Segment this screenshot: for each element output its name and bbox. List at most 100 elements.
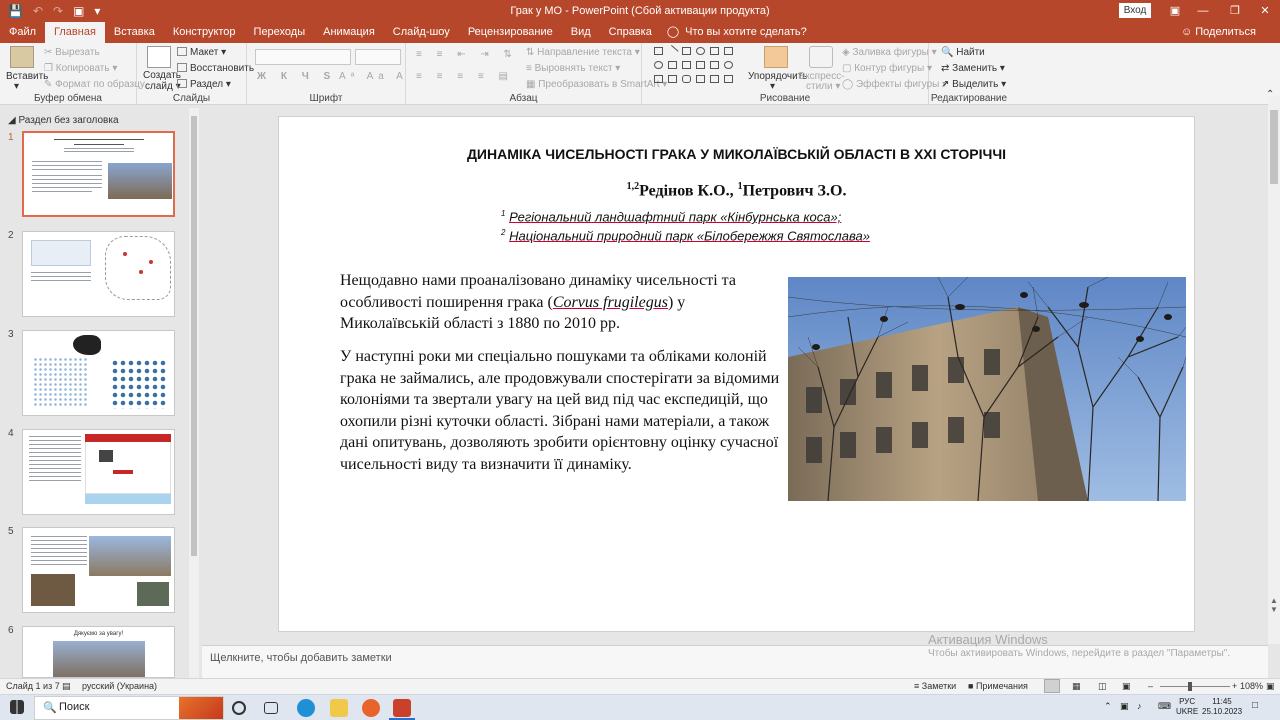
tab-slideshow[interactable]: Слайд-шоу: [384, 22, 459, 43]
firefox-icon[interactable]: [362, 699, 380, 717]
notes-placeholder[interactable]: Щелкните, чтобы добавить заметки: [210, 652, 392, 664]
section-header[interactable]: ◢ Раздел без заголовка: [8, 115, 119, 126]
tab-review[interactable]: Рецензирование: [459, 22, 562, 43]
zoom-in-icon[interactable]: +: [1232, 681, 1237, 691]
normal-view-icon[interactable]: [1044, 679, 1060, 693]
zoom-slider-thumb[interactable]: [1188, 682, 1192, 691]
layout-button[interactable]: Макет ▾: [177, 47, 226, 58]
rookery-photo[interactable]: [788, 277, 1186, 501]
login-button[interactable]: Вход: [1119, 3, 1151, 18]
cut-button[interactable]: ✂ Вырезать: [44, 47, 100, 58]
status-bar: Слайд 1 из 7 ▤ русский (Украина) ≡ Замет…: [0, 678, 1280, 694]
customize-qat-icon[interactable]: ▾: [94, 4, 100, 18]
share-button[interactable]: ☺ Поделиться: [1181, 22, 1256, 42]
slideshow-view-icon[interactable]: ▣: [1122, 681, 1131, 692]
thumb-number: 5: [8, 526, 14, 537]
clock[interactable]: 11:45 25.10.2023: [1202, 697, 1242, 717]
slide-thumbnail-3[interactable]: [22, 330, 175, 416]
paste-button[interactable]: Вставить: [6, 71, 48, 82]
shape-fill-button[interactable]: ◈ Заливка фигуры ▾: [842, 47, 937, 58]
list-buttons[interactable]: ≡ ≡ ⇤ ⇥ ⇅: [416, 49, 518, 60]
clock-time: 11:45: [1212, 697, 1232, 706]
font-name-combo[interactable]: [255, 49, 351, 65]
quick-styles-icon[interactable]: [809, 46, 833, 68]
slide-paragraph-2[interactable]: У наступні роки ми спеціально пошуками т…: [340, 346, 780, 475]
slide-scrollbar[interactable]: ▲ ▼: [1268, 96, 1280, 644]
tab-insert[interactable]: Вставка: [105, 22, 164, 43]
network-icon[interactable]: ▣: [1120, 701, 1129, 711]
task-view-icon[interactable]: [264, 702, 278, 714]
align-text-button[interactable]: ≡ Выровнять текст ▾: [526, 63, 620, 74]
section-button[interactable]: Раздел ▾: [177, 79, 231, 90]
maximize-icon[interactable]: ❐: [1218, 0, 1252, 22]
slide-sorter-icon[interactable]: ▦: [1072, 681, 1081, 692]
shapes-gallery[interactable]: [654, 45, 744, 91]
slide-authors[interactable]: 1,2Редінов К.О., 1Петрович З.О.: [279, 181, 1194, 200]
undo-icon[interactable]: ↶: [33, 4, 43, 18]
text-direction-button[interactable]: ⇅ Направление текста ▾: [526, 47, 640, 58]
replace-button[interactable]: ⇄ Заменить ▾: [941, 63, 1005, 74]
taskbar-search-box[interactable]: 🔍 Поиск: [34, 696, 224, 720]
slide-thumbnail-4[interactable]: [22, 429, 175, 515]
notifications-icon[interactable]: □: [1252, 701, 1258, 711]
slide-paragraph-1[interactable]: Нещодавно нами проаналізовано динаміку ч…: [340, 270, 770, 335]
tab-home[interactable]: Главная: [45, 22, 105, 43]
select-button[interactable]: ↗ Выделить ▾: [941, 79, 1006, 90]
find-button[interactable]: 🔍 Найти: [941, 47, 985, 58]
reading-view-icon[interactable]: ◫: [1098, 681, 1107, 692]
notes-toggle[interactable]: ≡ Заметки: [914, 681, 956, 691]
reset-button[interactable]: Восстановить: [177, 63, 254, 74]
tray-overflow-icon[interactable]: ⌃: [1104, 701, 1112, 711]
format-painter-button[interactable]: ✎ Формат по образцу: [44, 79, 145, 90]
minimize-icon[interactable]: —: [1186, 0, 1220, 22]
new-slide-button[interactable]: Создать: [143, 70, 181, 81]
edge-icon[interactable]: [297, 699, 315, 717]
tab-design[interactable]: Конструктор: [164, 22, 245, 43]
tab-file[interactable]: Файл: [0, 22, 45, 43]
file-explorer-icon[interactable]: [330, 699, 348, 717]
slide-thumbnail-1[interactable]: [22, 131, 175, 217]
align-buttons[interactable]: ≡ ≡ ≡ ≡ ▤: [416, 71, 514, 82]
paste-icon[interactable]: [10, 46, 34, 68]
language-indicator[interactable]: русский (Украина): [82, 681, 157, 691]
tab-animations[interactable]: Анимация: [314, 22, 384, 43]
tab-help[interactable]: Справка: [600, 22, 661, 43]
font-group: Ж К Ч S Aᵃ Aa A Шрифт: [247, 43, 406, 105]
affiliation-2[interactable]: 2 Національний природний парк «Білобереж…: [501, 228, 870, 243]
language-switch[interactable]: РУС UKRE: [1176, 697, 1198, 717]
slide-title[interactable]: ДИНАМІКА ЧИСЕЛЬНОСТІ ГРАКА У МИКОЛАЇВСЬК…: [279, 146, 1194, 162]
affiliation-1[interactable]: 1 Регіональний ландшафтний парк «Кінбурн…: [501, 209, 841, 224]
shape-outline-button[interactable]: ▢ Контур фигуры ▾: [842, 63, 932, 74]
slide[interactable]: ДИНАМІКА ЧИСЕЛЬНОСТІ ГРАКА У МИКОЛАЇВСЬК…: [278, 116, 1195, 632]
volume-icon[interactable]: ♪: [1137, 701, 1142, 711]
font-format-buttons[interactable]: Ж К Ч S: [257, 71, 336, 82]
thumb-number: 4: [8, 428, 14, 439]
tab-view[interactable]: Вид: [562, 22, 600, 43]
close-icon[interactable]: ✕: [1248, 0, 1280, 22]
save-icon[interactable]: 💾: [8, 4, 23, 18]
redo-icon[interactable]: ↷: [53, 4, 63, 18]
cortana-icon[interactable]: [232, 701, 246, 715]
keyboard-icon[interactable]: ⌨: [1158, 701, 1171, 711]
spellcheck-icon[interactable]: ▤: [62, 681, 71, 692]
thumbnails-scrollbar[interactable]: [189, 108, 199, 678]
zoom-out-icon[interactable]: –: [1148, 681, 1153, 691]
comments-toggle[interactable]: ■ Примечания: [968, 681, 1028, 691]
copy-button[interactable]: ❐ Копировать ▾: [44, 63, 117, 74]
zoom-level[interactable]: 108%: [1240, 681, 1263, 691]
slide-thumbnail-2[interactable]: [22, 231, 175, 317]
slide-thumbnail-6[interactable]: Дякуємо за увагу!: [22, 626, 175, 678]
font-size-buttons[interactable]: Aᵃ Aa A: [339, 71, 408, 82]
windows-start-icon[interactable]: [10, 700, 24, 714]
zoom-slider[interactable]: [1160, 686, 1230, 687]
notes-pane[interactable]: Щелкните, чтобы добавить заметки Активац…: [202, 632, 1268, 678]
tell-me-search[interactable]: ◯ Что вы хотите сделать?: [661, 22, 807, 43]
arrange-icon[interactable]: [764, 46, 788, 68]
font-size-combo[interactable]: [355, 49, 401, 65]
fit-slide-icon[interactable]: ▣: [1266, 681, 1275, 692]
slideshow-icon[interactable]: ▣: [73, 4, 84, 18]
tab-transitions[interactable]: Переходы: [245, 22, 315, 43]
powerpoint-taskbar-icon[interactable]: [393, 699, 411, 717]
new-slide-icon[interactable]: [147, 46, 171, 68]
slide-thumbnail-5[interactable]: [22, 527, 175, 613]
